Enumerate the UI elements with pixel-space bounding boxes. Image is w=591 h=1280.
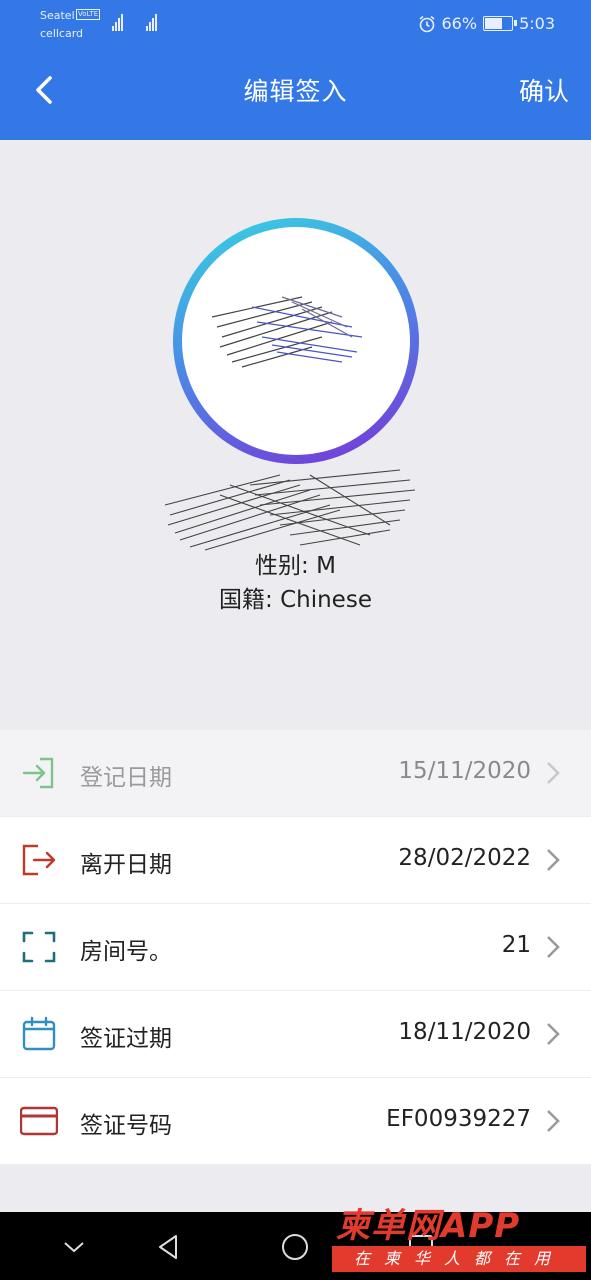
row-value: 15/11/2020 [398,758,531,784]
signal-icon-secondary [146,13,157,31]
checkout-arrow-icon [22,844,56,876]
watermark: 柬单网APP 在柬华人都在用 [332,1198,586,1276]
redacted-name-scribble [164,469,416,551]
calendar-icon [22,1016,56,1051]
confirm-button[interactable]: 确认 [519,72,569,108]
page-title: 编辑签入 [243,77,348,106]
row-checkout-date[interactable]: 离开日期 28/02/2022 [0,817,591,903]
carrier-name-secondary: cellcard [40,27,84,40]
chevron-down-icon[interactable] [57,1230,91,1264]
nav-home-circle-icon[interactable] [278,1230,312,1264]
alarm-icon [418,15,435,32]
watermark-brand: 柬单网APP [336,1206,521,1246]
row-room-number[interactable]: 房间号。 21 [0,904,591,990]
clock: 5:03 [519,14,555,33]
volte-badge: VoLTE [76,9,101,20]
carrier-name-primary: Seatel [40,9,75,22]
row-label: 签证过期 [80,1026,172,1052]
profile-nationality: 国籍: Chinese [219,587,372,613]
chevron-right-icon [547,936,560,958]
battery-percent: 66% [441,14,478,33]
avatar[interactable] [182,227,410,455]
row-label: 签证号码 [80,1113,172,1139]
chevron-right-icon [547,762,560,784]
chevron-right-icon [547,1023,560,1045]
app-header: Seatel VoLTE cellcard 66% 5:03 编辑签入 确认 [0,0,591,140]
row-label: 房间号。 [80,939,172,965]
row-value: 21 [501,932,531,958]
redacted-photo-scribble [211,296,363,368]
scan-frame-icon [22,931,56,963]
row-value: 28/02/2022 [398,845,531,871]
row-label: 离开日期 [80,852,172,878]
battery-icon [483,16,518,31]
status-bar: Seatel VoLTE cellcard 66% 5:03 [0,0,591,48]
checkin-arrow-icon [22,757,54,789]
avatar-ring [173,218,419,464]
signal-icon [112,13,123,31]
chevron-right-icon [547,1110,560,1132]
row-visa-number[interactable]: 签证号码 EF00939227 [0,1078,591,1164]
profile-gender: 性别: M [255,553,336,579]
card-icon [20,1106,58,1136]
row-value: EF00939227 [386,1106,531,1132]
watermark-slogan: 在柬华人都在用 [332,1246,586,1272]
row-value: 18/11/2020 [398,1019,531,1045]
checkin-details-list: 登记日期 15/11/2020 离开日期 28/02/2022 房间号。 21 … [0,730,591,1165]
row-visa-expiry[interactable]: 签证过期 18/11/2020 [0,991,591,1077]
row-label: 登记日期 [80,765,172,791]
chevron-right-icon [547,849,560,871]
nav-back-triangle-icon[interactable] [152,1230,186,1264]
row-checkin-date[interactable]: 登记日期 15/11/2020 [0,730,591,816]
